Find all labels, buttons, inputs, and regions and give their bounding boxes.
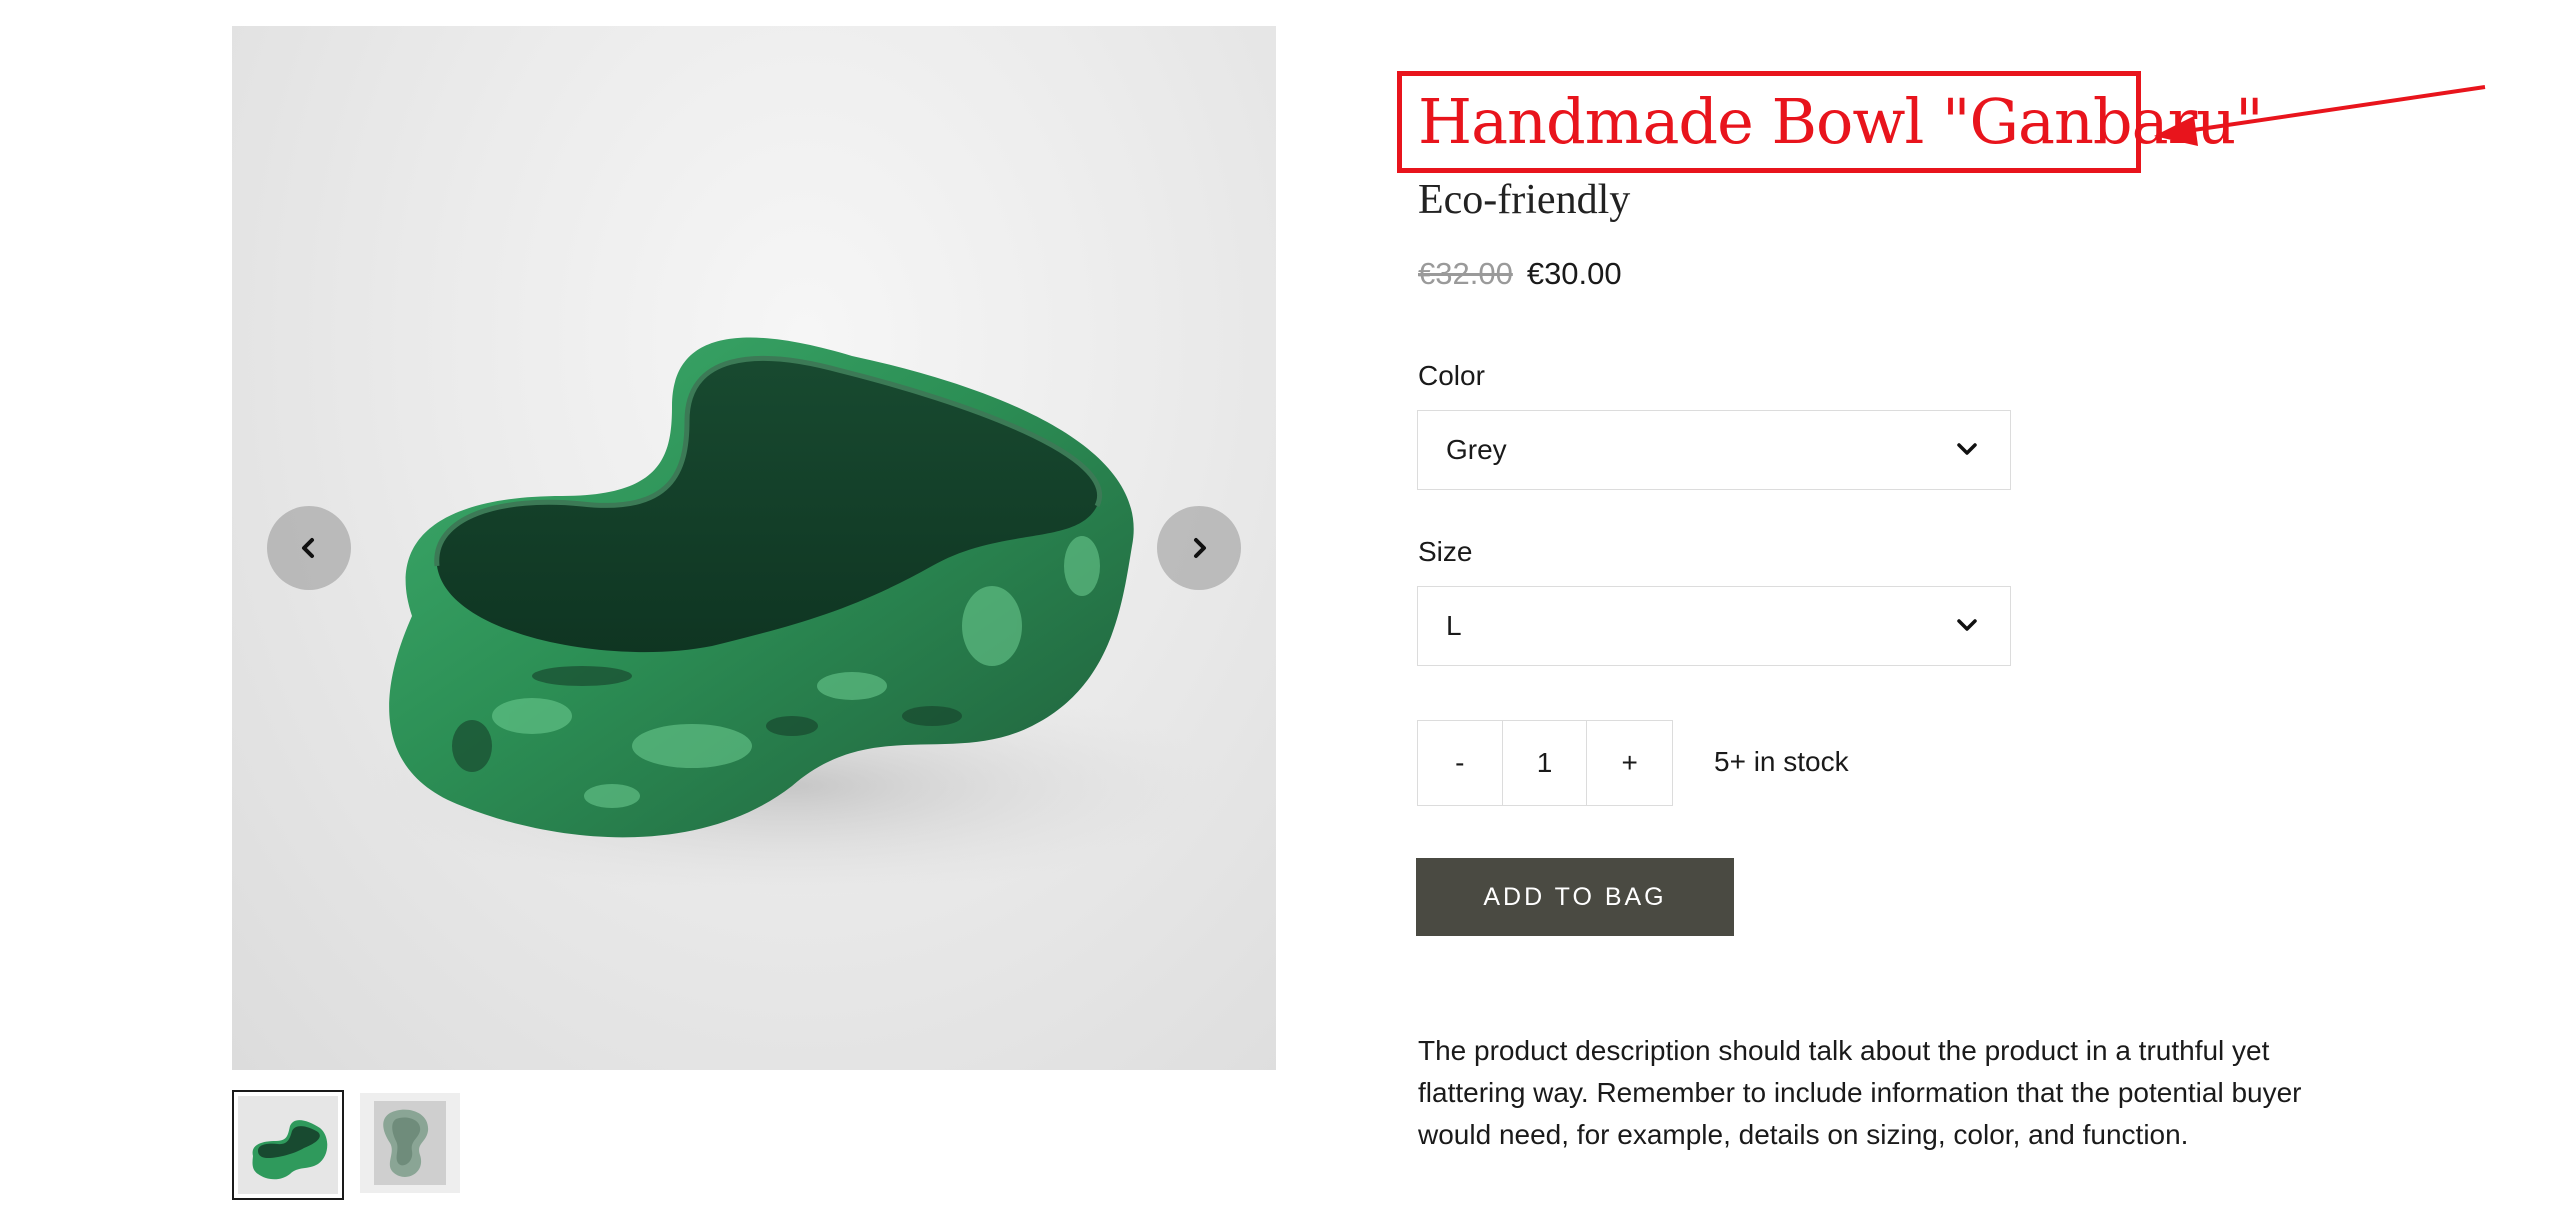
chevron-left-icon xyxy=(302,538,314,558)
quantity-increase-button[interactable]: + xyxy=(1587,721,1672,805)
thumbnail-2[interactable] xyxy=(360,1093,460,1193)
quantity-input[interactable]: 1 xyxy=(1503,721,1588,805)
thumbnail-image xyxy=(238,1096,338,1194)
stock-status: 5+ in stock xyxy=(1714,746,1849,777)
bowl-illustration xyxy=(362,337,1222,896)
product-title: Handmade Bowl "Ganbaru" xyxy=(1418,85,2264,158)
size-select-value: L xyxy=(1446,610,1462,641)
thumbnail-image xyxy=(360,1093,460,1193)
gallery-prev-button[interactable] xyxy=(267,506,351,590)
quantity-stepper: - 1 + xyxy=(1417,720,1673,806)
price-row: €32.00 €30.00 xyxy=(1418,254,1622,294)
thumbnail-1[interactable] xyxy=(232,1090,344,1200)
product-main-image xyxy=(232,26,1276,1070)
price-sale: €30.00 xyxy=(1526,256,1622,291)
size-label: Size xyxy=(1418,536,1473,567)
quantity-decrease-button[interactable]: - xyxy=(1418,721,1503,805)
annotation-arrow-icon xyxy=(2154,85,2486,146)
color-label: Color xyxy=(1418,360,1485,391)
color-select-value: Grey xyxy=(1446,434,1507,465)
chevron-right-icon xyxy=(1194,538,1206,558)
size-select[interactable]: L xyxy=(1417,586,2011,666)
product-subtitle: Eco-friendly xyxy=(1418,177,1631,223)
chevron-down-icon xyxy=(1957,619,1977,631)
color-select[interactable]: Grey xyxy=(1417,410,2011,490)
gallery-next-button[interactable] xyxy=(1157,506,1241,590)
chevron-down-icon xyxy=(1957,443,1977,455)
price-original: €32.00 xyxy=(1418,256,1513,291)
add-to-bag-button[interactable]: ADD TO BAG xyxy=(1416,858,1734,936)
product-description: The product description should talk abou… xyxy=(1418,1035,2302,1150)
